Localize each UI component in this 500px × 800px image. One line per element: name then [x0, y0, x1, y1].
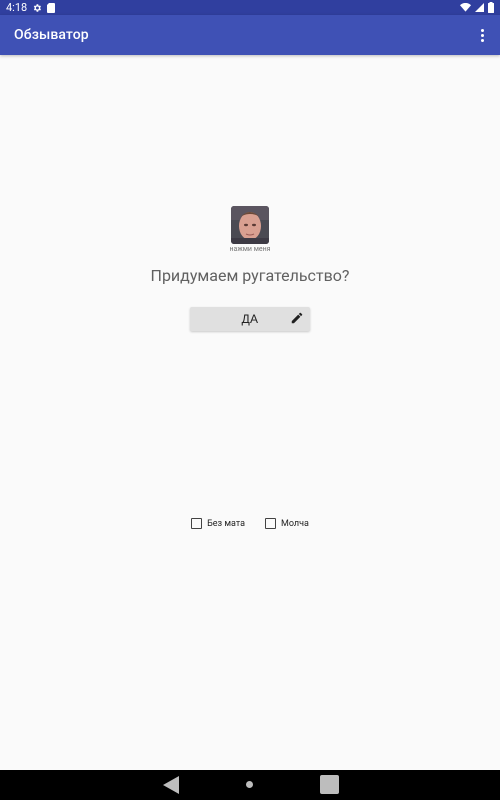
app-bar: Обзыватор	[0, 15, 500, 55]
cell-signal-icon	[475, 3, 484, 12]
headline: Придумаем ругательство?	[150, 266, 350, 285]
battery-icon	[488, 2, 494, 13]
sd-card-icon	[47, 2, 56, 13]
status-time: 4:18	[6, 1, 28, 14]
checkbox-box[interactable]	[191, 518, 203, 529]
app-title: Обзыватор	[14, 27, 89, 43]
back-icon[interactable]	[162, 775, 180, 799]
main-content: нажми меня Придумаем ругательство? ДА Бе…	[0, 55, 500, 770]
checkbox-no-swearing[interactable]: Без мата	[191, 518, 245, 529]
status-bar: 4:18	[0, 0, 500, 15]
more-vert-icon[interactable]	[474, 23, 490, 47]
settings-gear-icon	[32, 3, 42, 13]
navigation-bar	[0, 770, 500, 800]
avatar-caption: нажми меня	[229, 245, 271, 253]
yes-button[interactable]: ДА	[190, 307, 310, 331]
checkbox-label: Молча	[280, 518, 309, 529]
home-icon[interactable]	[246, 781, 253, 788]
checkbox-label: Без мата	[207, 518, 245, 529]
checkbox-box[interactable]	[264, 518, 276, 529]
pencil-icon	[291, 312, 303, 324]
recents-icon[interactable]	[320, 775, 339, 794]
wifi-icon	[460, 3, 471, 12]
yes-button-label: ДА	[241, 312, 259, 326]
avatar[interactable]	[231, 206, 269, 244]
options-row: Без мата Молча	[0, 518, 500, 529]
checkbox-silently[interactable]: Молча	[264, 518, 309, 529]
